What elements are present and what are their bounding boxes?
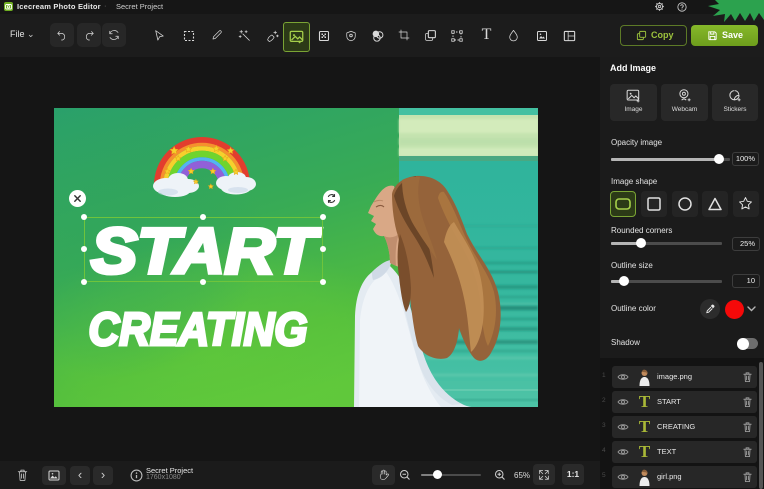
svg-text:CREATING: CREATING [89, 303, 308, 355]
